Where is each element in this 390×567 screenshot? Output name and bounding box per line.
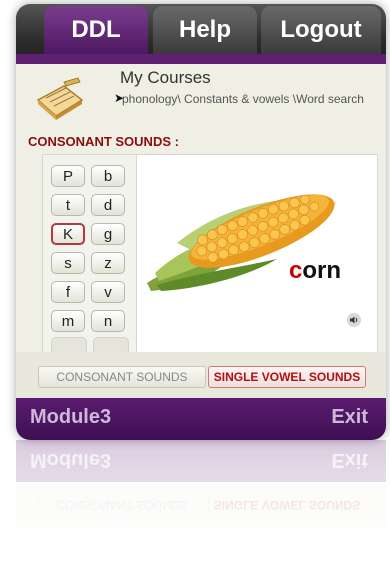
tab-help[interactable]: Help — [153, 6, 257, 54]
word-rest: orn — [302, 257, 342, 284]
letter-key-z[interactable]: z — [91, 252, 125, 274]
word-first-letter: c — [289, 257, 303, 284]
exit-button[interactable]: Exit — [331, 406, 368, 429]
word-image-panel: corn — [136, 154, 378, 354]
tab-ddl[interactable]: DDL — [44, 6, 148, 54]
section-title: CONSONANT SOUNDS : — [28, 134, 179, 149]
letter-key-m[interactable]: m — [51, 310, 85, 332]
course-header: My Courses ➤ phonology\ Constants & vowe… — [16, 64, 386, 130]
top-nav: DDL Help Logout — [16, 4, 386, 64]
nav-underline — [16, 54, 386, 64]
word-label: corn — [289, 257, 341, 285]
footer-bar: Module3 Exit — [16, 398, 386, 440]
notebook-pencil-icon — [36, 77, 84, 120]
speaker-icon[interactable] — [347, 313, 361, 327]
reflection-fade — [16, 440, 386, 567]
consonant-sounds-button[interactable]: CONSONANT SOUNDS — [38, 366, 206, 388]
module-label: Module3 — [30, 406, 112, 428]
letter-grid: P b t d K g s z f v m n — [51, 165, 131, 332]
page-title: My Courses — [120, 68, 211, 87]
app-window: DDL Help Logout My Courses ➤ phonology\ … — [16, 4, 386, 440]
sound-type-bar: CONSONANT SOUNDS SINGLE VOWEL SOUNDS — [16, 352, 386, 398]
letter-key-n[interactable]: n — [91, 310, 125, 332]
reflection: CONSONANT SOUNDS SINGLE VOWEL SOUNDS Mod… — [16, 440, 386, 567]
letter-key-k[interactable]: K — [51, 223, 85, 245]
letter-key-p[interactable]: P — [51, 165, 85, 187]
letter-key-s[interactable]: s — [51, 252, 85, 274]
letter-key-b[interactable]: b — [91, 165, 125, 187]
letter-key-f[interactable]: f — [51, 281, 85, 303]
tab-logout[interactable]: Logout — [261, 6, 381, 54]
letter-key-g[interactable]: g — [91, 223, 125, 245]
letter-panel: P b t d K g s z f v m n — [42, 154, 140, 355]
single-vowel-sounds-button[interactable]: SINGLE VOWEL SOUNDS — [208, 366, 366, 388]
breadcrumb[interactable]: phonology\ Constants & vowels \Word sear… — [122, 89, 372, 109]
letter-key-d[interactable]: d — [91, 194, 125, 216]
letter-key-t[interactable]: t — [51, 194, 85, 216]
letter-key-v[interactable]: v — [91, 281, 125, 303]
